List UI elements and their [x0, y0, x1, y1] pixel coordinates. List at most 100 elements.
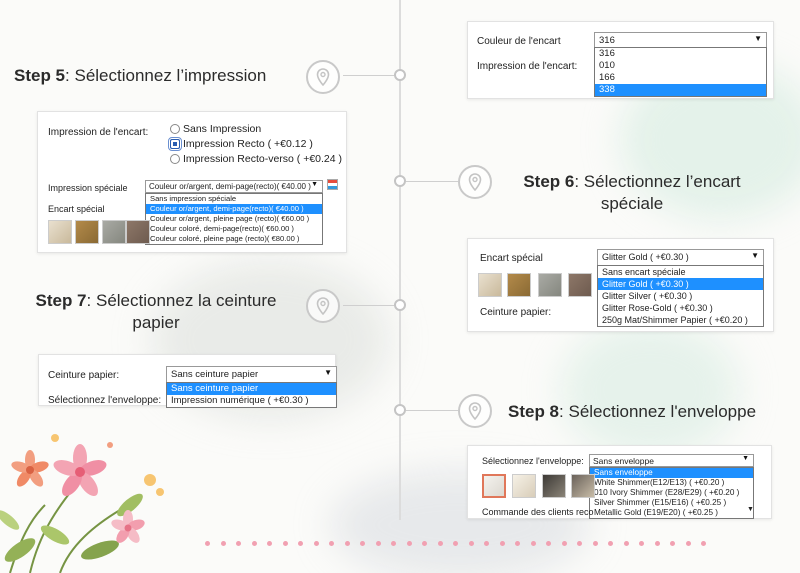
- ceinture-label: Ceinture papier:: [480, 307, 552, 318]
- step-text: : Sélectionnez la ceinture: [86, 291, 277, 310]
- envelope-swatch[interactable]: [542, 474, 566, 498]
- dot: [499, 541, 505, 546]
- paper-swatch[interactable]: [48, 220, 72, 244]
- select-value: Glitter Gold ( +€0.30 ): [602, 252, 689, 262]
- envelope-swatch[interactable]: [571, 474, 595, 498]
- encart-special-dropdown[interactable]: Sans encart spéciale Glitter Gold ( +€0.…: [597, 265, 764, 327]
- enveloppe-label: Sélectionnez l'enveloppe:: [48, 395, 162, 406]
- step-label: Step 7: [35, 291, 87, 310]
- dropdown-option[interactable]: Couleur or/argent, pleine page (recto)( …: [146, 214, 322, 224]
- dropdown-option-selected[interactable]: Sans ceinture papier: [167, 383, 336, 395]
- dot: [468, 541, 474, 546]
- dropdown-option[interactable]: 010: [595, 60, 766, 72]
- timeline-node: [394, 404, 406, 416]
- step-text: : Sélectionnez l’encart: [574, 172, 741, 191]
- dot: [608, 541, 613, 546]
- envelope-swatch-selected[interactable]: [482, 474, 506, 498]
- dropdown-option[interactable]: Silver Shimmer (E15/E16) ( +€0.25 ): [590, 498, 753, 508]
- dotted-divider: [205, 541, 706, 547]
- flag-icon: [327, 179, 338, 190]
- step-5-title: Step 5: Sélectionnez l’impression: [14, 65, 266, 87]
- dot: [484, 541, 489, 546]
- impression-encart-label: Impression de l'encart:: [48, 127, 149, 138]
- couleur-select-value: 316: [599, 35, 615, 46]
- paper-swatch[interactable]: [102, 220, 126, 244]
- dropdown-option[interactable]: Metallic Gold (E19/E20) ( +€0.25 ): [590, 508, 753, 518]
- dot: [329, 541, 334, 546]
- dropdown-option-selected[interactable]: 338: [595, 84, 766, 96]
- radio-button[interactable]: [170, 124, 180, 134]
- radio-button[interactable]: [170, 154, 180, 164]
- dot: [685, 541, 691, 546]
- location-pin-icon: [458, 394, 492, 428]
- dot: [375, 541, 381, 546]
- select-value: Sans ceinture papier: [171, 369, 259, 380]
- chevron-down-icon: ▼: [324, 368, 332, 377]
- dropdown-option-selected[interactable]: Glitter Gold ( +€0.30 ): [598, 278, 763, 290]
- couleur-dropdown[interactable]: 316 010 166 338: [594, 47, 767, 97]
- dot: [251, 541, 257, 546]
- chevron-down-icon: ▼: [742, 455, 749, 462]
- paper-swatch[interactable]: [507, 273, 531, 297]
- impression-panel: Impression de l'encart: Sans Impression …: [37, 111, 347, 253]
- paper-swatch[interactable]: [478, 273, 502, 297]
- location-pin-icon: [458, 165, 492, 199]
- dot: [453, 541, 458, 546]
- enveloppe-panel: Sélectionnez l'enveloppe: Sans enveloppe…: [467, 445, 772, 519]
- timeline-connector: [406, 410, 458, 411]
- dot: [437, 541, 443, 546]
- dropdown-option-selected[interactable]: Couleur or/argent, demi-page(recto)( €40…: [146, 204, 322, 214]
- paper-swatch[interactable]: [538, 273, 562, 297]
- impression-speciale-select[interactable]: Couleur or/argent, demi-page(recto)( €40…: [145, 180, 323, 193]
- enveloppe-dropdown[interactable]: Sans enveloppe White Shimmer(E12/E13) ( …: [589, 467, 754, 519]
- dot: [546, 541, 551, 546]
- dot: [313, 541, 319, 546]
- radio-impression-recto[interactable]: Impression Recto ( +€0.12 ): [168, 137, 313, 151]
- select-value: Sans enveloppe: [593, 456, 654, 466]
- impression-speciale-dropdown[interactable]: Sans impression spéciale Couleur or/arge…: [145, 193, 323, 245]
- dot: [236, 541, 241, 546]
- ceinture-label: Ceinture papier:: [48, 370, 120, 381]
- encart-special-select[interactable]: Glitter Gold ( +€0.30 ) ▼: [597, 249, 764, 266]
- radio-label: Sans Impression: [183, 123, 262, 135]
- dropdown-option[interactable]: Glitter Rose-Gold ( +€0.30 ): [598, 302, 763, 314]
- couleur-label: Couleur de l'encart: [477, 36, 561, 47]
- dropdown-option-selected[interactable]: Sans enveloppe: [590, 468, 753, 478]
- dropdown-option[interactable]: 166: [595, 72, 766, 84]
- radio-button-checked[interactable]: [168, 137, 182, 151]
- step-text: : Sélectionnez l'enveloppe: [559, 402, 757, 421]
- enveloppe-select[interactable]: Sans enveloppe ▼: [589, 454, 754, 467]
- dropdown-option[interactable]: Couleur coloré, demi-page(recto)( €60.00…: [146, 224, 322, 234]
- ceinture-select[interactable]: Sans ceinture papier ▼: [166, 366, 337, 383]
- envelope-swatch[interactable]: [512, 474, 536, 498]
- dropdown-option[interactable]: Sans impression spéciale: [146, 194, 322, 204]
- dropdown-option[interactable]: Sans encart spéciale: [598, 266, 763, 278]
- timeline-connector: [343, 75, 394, 76]
- dot: [267, 541, 272, 546]
- paper-swatch[interactable]: [75, 220, 99, 244]
- dot: [639, 541, 644, 546]
- enveloppe-label: Sélectionnez l'enveloppe:: [482, 456, 584, 466]
- dropdown-option[interactable]: 250g Mat/Shimmer Papier ( +€0.20 ): [598, 314, 763, 326]
- paper-swatch[interactable]: [568, 273, 592, 297]
- dropdown-option[interactable]: Couleur coloré, pleine page (recto)( €80…: [146, 234, 322, 244]
- dot: [422, 541, 427, 546]
- timeline-node: [394, 69, 406, 81]
- encart-special-panel: Encart spécial Glitter Gold ( +€0.30 ) ▼…: [467, 238, 774, 332]
- step-text: : Sélectionnez l’impression: [65, 66, 267, 85]
- dropdown-option[interactable]: Glitter Silver ( +€0.30 ): [598, 290, 763, 302]
- step-8-title: Step 8: Sélectionnez l'enveloppe: [508, 401, 756, 423]
- dropdown-option[interactable]: Impression numérique ( +€0.30 ): [167, 395, 336, 407]
- paper-swatch[interactable]: [126, 220, 150, 244]
- ceinture-dropdown[interactable]: Sans ceinture papier Impression numériqu…: [166, 382, 337, 408]
- dropdown-option[interactable]: White Shimmer(E12/E13) ( +€0.20 ): [590, 478, 753, 488]
- dropdown-option[interactable]: 010 Ivory Shimmer (E28/E29) ( +€0.20 ): [590, 488, 753, 498]
- dropdown-option[interactable]: 316: [595, 48, 766, 60]
- radio-impression-recto-verso[interactable]: Impression Recto-verso ( +€0.24 ): [170, 153, 342, 165]
- chevron-down-icon: ▼: [747, 506, 754, 513]
- impression-speciale-label: Impression spéciale: [48, 183, 128, 193]
- radio-label: Impression Recto ( +€0.12 ): [183, 138, 313, 150]
- dot: [205, 541, 210, 546]
- dot: [561, 541, 567, 546]
- radio-sans-impression[interactable]: Sans Impression: [170, 123, 261, 135]
